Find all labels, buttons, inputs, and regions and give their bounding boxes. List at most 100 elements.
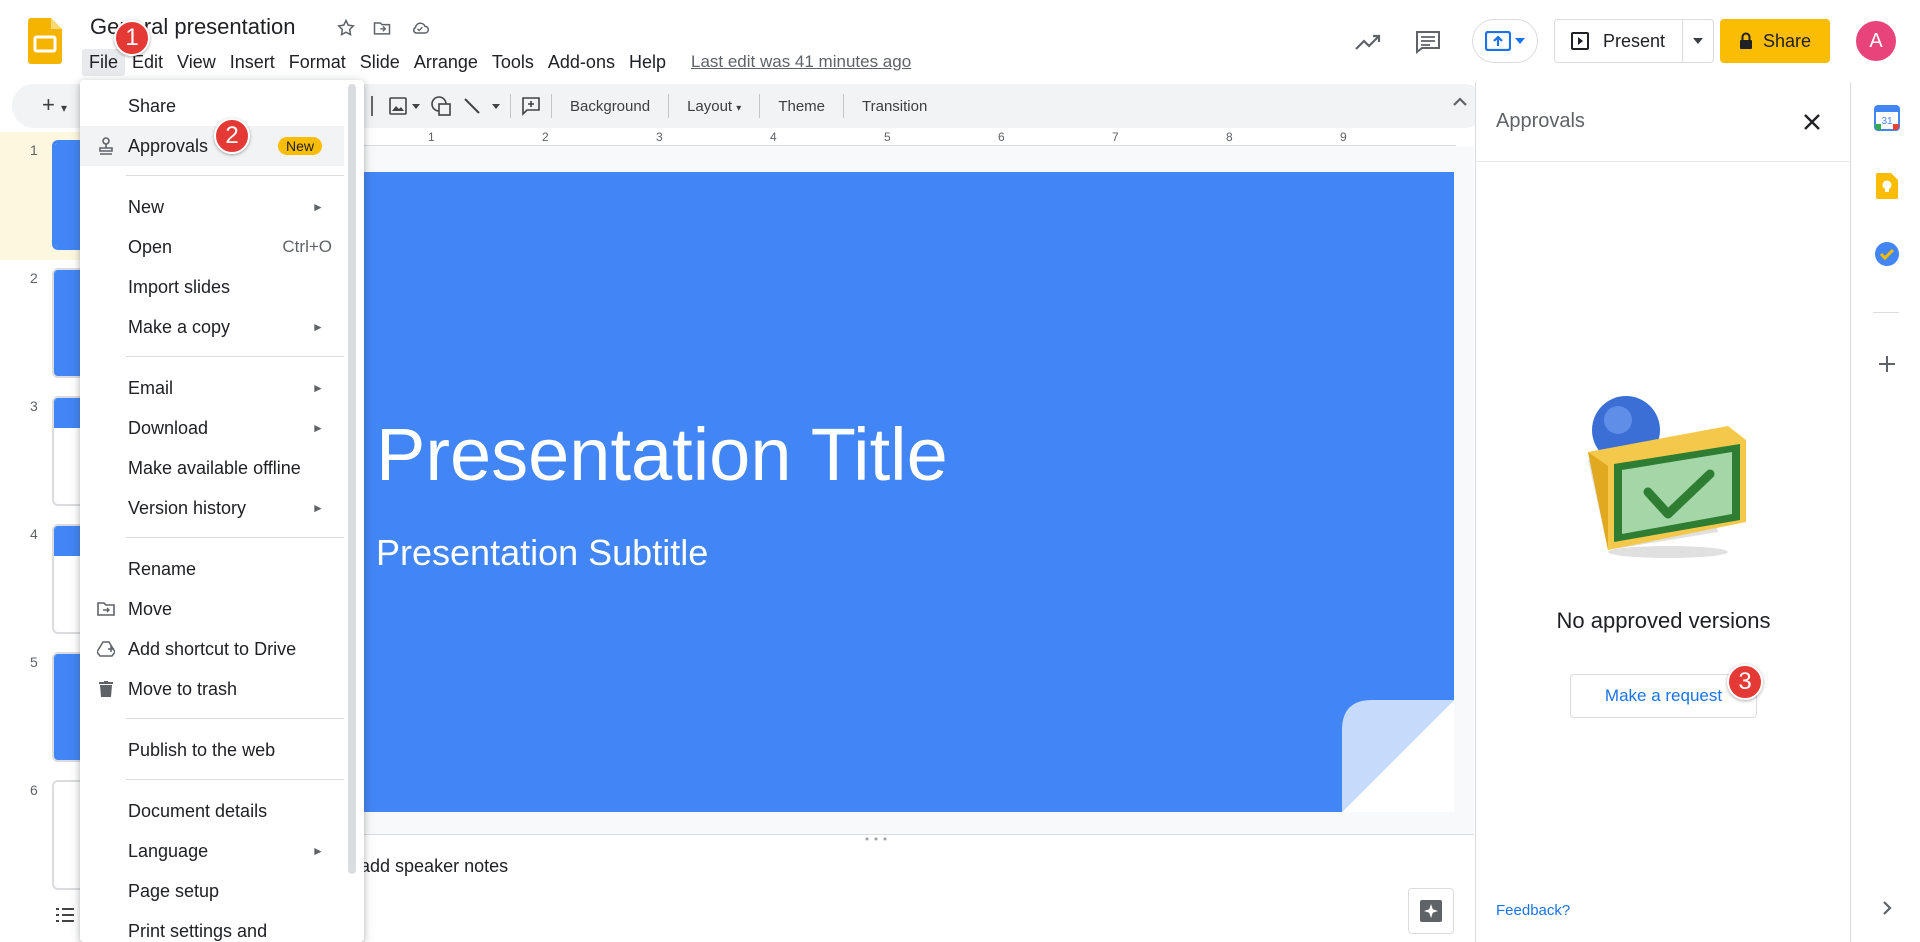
move-folder-icon[interactable]: [370, 16, 394, 40]
calendar-icon[interactable]: 31: [1873, 104, 1901, 132]
menu-arrange[interactable]: Arrange: [407, 49, 485, 76]
ruler-mark: 9: [1340, 130, 1347, 144]
grid-view-icon[interactable]: [56, 908, 74, 927]
menu-item-share[interactable]: Share: [80, 86, 344, 126]
slides-logo-icon[interactable]: [28, 18, 62, 64]
line-icon[interactable]: [462, 96, 500, 116]
comments-icon[interactable]: [1410, 24, 1446, 60]
step-marker-3: 3: [1727, 664, 1763, 700]
last-edit-link[interactable]: Last edit was 41 minutes ago: [691, 52, 911, 72]
ruler-mark: 7: [1112, 130, 1119, 144]
slide-thumbnail[interactable]: 2: [0, 260, 82, 388]
menu-help[interactable]: Help: [622, 49, 673, 76]
present-to-meeting-button[interactable]: [1472, 19, 1538, 63]
transition-button[interactable]: Transition: [854, 94, 935, 119]
slide-thumbnail[interactable]: 3: [0, 388, 82, 516]
menu-item-label: Add shortcut to Drive: [128, 638, 297, 659]
background-button[interactable]: Background: [562, 94, 658, 119]
slide-subtitle[interactable]: Presentation Subtitle: [376, 532, 708, 574]
stamp-icon: [96, 136, 116, 156]
slide-title[interactable]: Presentation Title: [376, 412, 948, 497]
menu-item-new[interactable]: New ►: [80, 187, 344, 227]
keep-icon[interactable]: [1873, 172, 1901, 200]
chevron-up-icon[interactable]: [1452, 94, 1468, 112]
slide-thumbnail[interactable]: 6: [0, 772, 82, 900]
layout-label: Layout: [687, 97, 733, 115]
slide-number: 3: [30, 398, 38, 414]
submenu-arrow-icon: ►: [312, 200, 324, 214]
menu-item-trash[interactable]: Move to trash: [80, 669, 344, 709]
speaker-notes-placeholder: add speaker notes: [360, 856, 509, 876]
ruler-mark: 3: [656, 130, 663, 144]
submenu-arrow-icon: ►: [312, 421, 324, 435]
layout-button[interactable]: Layout ▾: [679, 94, 749, 119]
present-options-dropdown[interactable]: [1683, 20, 1713, 62]
menu-item-rename[interactable]: Rename: [80, 549, 344, 589]
ruler-mark: 2: [542, 130, 549, 144]
file-menu: Share Approvals New New ► Open Ctrl+O Im…: [80, 80, 364, 942]
menu-item-approvals[interactable]: Approvals New: [80, 126, 344, 166]
menu-item-download[interactable]: Download ►: [80, 408, 344, 448]
toolbar-separator: [510, 94, 511, 118]
present-button[interactable]: Present: [1555, 20, 1683, 62]
menu-item-page-setup[interactable]: Page setup: [80, 871, 344, 911]
menu-item-open[interactable]: Open Ctrl+O: [80, 227, 344, 267]
menu-item-print-settings[interactable]: Print settings and: [80, 911, 344, 942]
play-slides-icon: [1571, 32, 1589, 50]
menu-item-label: Print settings and: [128, 920, 268, 941]
slide-number: 6: [30, 782, 38, 798]
menu-view[interactable]: View: [170, 49, 223, 76]
chevron-down-icon: [1693, 38, 1703, 44]
chevron-right-icon[interactable]: [1873, 894, 1901, 922]
menu-item-email[interactable]: Email ►: [80, 368, 344, 408]
svg-text:31: 31: [1881, 116, 1893, 127]
menu-item-import-slides[interactable]: Import slides: [80, 267, 344, 307]
menu-item-label: Version history: [128, 497, 247, 518]
slide-thumbnail[interactable]: 4: [0, 516, 82, 644]
menu-tools[interactable]: Tools: [485, 49, 541, 76]
step-marker-1: 1: [114, 20, 150, 56]
explore-button[interactable]: [1408, 888, 1454, 934]
shape-icon[interactable]: [430, 95, 452, 117]
menu-item-document-details[interactable]: Document details: [80, 791, 344, 831]
menu-item-move[interactable]: Move: [80, 589, 344, 629]
menu-item-make-copy[interactable]: Make a copy ►: [80, 307, 344, 347]
slide-thumbnail[interactable]: 1: [0, 132, 82, 260]
account-avatar[interactable]: A: [1856, 21, 1896, 61]
menu-item-label: Rename: [128, 558, 197, 579]
menu-item-label: Make a copy: [128, 316, 231, 337]
menu-format[interactable]: Format: [282, 49, 353, 76]
add-addon-icon[interactable]: [1873, 350, 1901, 378]
menu-file[interactable]: File: [82, 48, 126, 76]
menu-item-language[interactable]: Language ►: [80, 831, 344, 871]
menu-item-publish[interactable]: Publish to the web: [80, 730, 344, 770]
toolbar-controls: Background Layout ▾ Theme Transition: [370, 84, 935, 128]
add-comment-icon[interactable]: [521, 96, 541, 116]
menu-slide[interactable]: Slide: [353, 49, 407, 76]
tasks-icon[interactable]: [1873, 240, 1901, 268]
share-button[interactable]: Share: [1720, 19, 1830, 63]
trash-icon: [96, 679, 116, 699]
menu-item-version-history[interactable]: Version history ►: [80, 488, 344, 528]
menu-insert[interactable]: Insert: [223, 49, 282, 76]
insert-image-icon[interactable]: [388, 96, 420, 116]
star-icon[interactable]: [334, 16, 358, 40]
slide-thumbnail[interactable]: 5: [0, 644, 82, 772]
menu-addons[interactable]: Add-ons: [541, 49, 622, 76]
theme-button[interactable]: Theme: [770, 94, 833, 119]
close-icon[interactable]: [1796, 106, 1828, 138]
slide[interactable]: Presentation Title Presentation Subtitle: [364, 172, 1454, 812]
menu-item-label: Download: [128, 417, 209, 438]
drive-shortcut-icon: [96, 639, 116, 659]
approvals-title: Approvals: [1496, 110, 1585, 132]
textbox-icon[interactable]: [370, 95, 378, 117]
present-screen-icon: [1485, 31, 1511, 51]
feedback-link[interactable]: Feedback?: [1496, 902, 1570, 919]
cloud-status-icon[interactable]: [408, 16, 432, 40]
menu-bar: File Edit View Insert Format Slide Arran…: [82, 48, 911, 76]
menu-item-add-shortcut[interactable]: Add shortcut to Drive: [80, 629, 344, 669]
menu-scrollbar[interactable]: [348, 84, 356, 874]
menu-item-make-offline[interactable]: Make available offline: [80, 448, 344, 488]
activity-trend-icon[interactable]: [1350, 24, 1386, 60]
new-slide-button[interactable]: + ▾: [42, 92, 67, 118]
